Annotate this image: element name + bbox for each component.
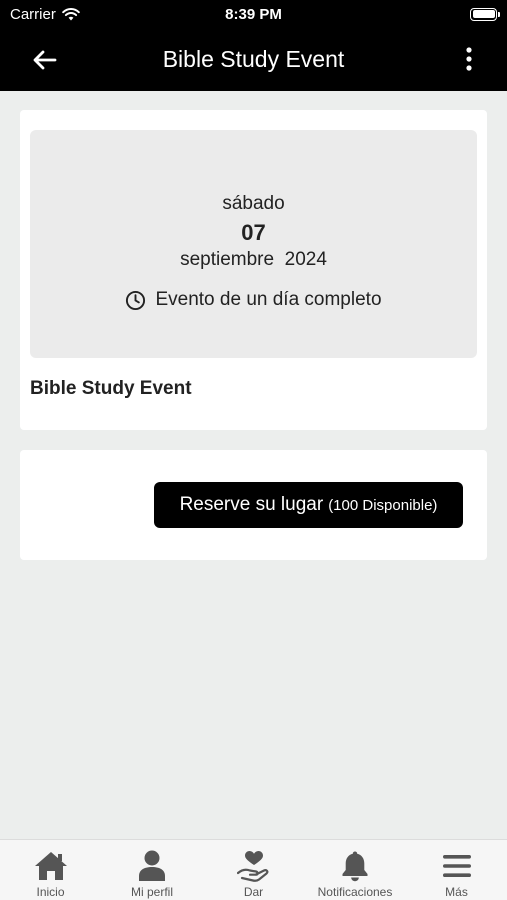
availability-count: (100 Disponible) <box>328 496 438 514</box>
status-bar: Carrier 8:39 PM <box>0 0 507 28</box>
screen: Carrier 8:39 PM Bible Study Event sábado… <box>0 0 507 900</box>
bell-icon <box>342 851 368 882</box>
tab-dar[interactable]: Dar <box>203 840 304 900</box>
event-title: Bible Study Event <box>30 378 192 399</box>
tab-label-notificaciones: Notificaciones <box>317 885 393 899</box>
reserve-label: Reserve su lugar <box>179 494 324 515</box>
event-date-box: sábado 07 septiembre 2024 Evento de un d… <box>30 130 477 358</box>
tab-notificaciones[interactable]: Notificaciones <box>305 840 406 900</box>
event-weekday: sábado <box>222 193 285 214</box>
reserve-button[interactable]: Reserve su lugar (100 Disponible) <box>154 482 463 528</box>
clock-icon <box>126 290 146 310</box>
event-card: sábado 07 septiembre 2024 Evento de un d… <box>20 110 487 430</box>
wifi-icon <box>62 8 80 21</box>
tab-inicio[interactable]: Inicio <box>0 840 101 900</box>
status-left: Carrier <box>10 6 80 23</box>
battery-icon <box>470 7 500 21</box>
page-title: Bible Study Event <box>162 46 345 72</box>
event-day: 07 <box>241 220 266 245</box>
carrier-label: Carrier <box>10 5 56 23</box>
tab-mas[interactable]: Más <box>406 840 507 900</box>
tab-mi-perfil[interactable]: Mi perfil <box>102 840 203 900</box>
nav-bar: Bible Study Event <box>0 28 507 91</box>
arrow-left-icon <box>33 50 57 70</box>
all-day-indicator: Evento de un día completo <box>125 289 382 311</box>
back-button[interactable] <box>30 45 60 75</box>
vertical-ellipsis-icon <box>466 47 472 71</box>
battery-fill <box>472 10 495 18</box>
all-day-label: Evento de un día completo <box>155 289 382 310</box>
reserve-card: Reserve su lugar (100 Disponible) <box>20 450 487 560</box>
more-options-button[interactable] <box>457 43 481 75</box>
heart-hand-icon <box>236 851 268 882</box>
event-month-year: septiembre 2024 <box>180 249 327 270</box>
menu-icon <box>442 855 471 877</box>
tab-label-mi-perfil: Mi perfil <box>130 885 173 899</box>
tab-bar: Inicio Mi perfil Dar Notificaciones Más <box>0 839 507 900</box>
tab-label-inicio: Inicio <box>36 885 65 899</box>
person-icon <box>139 850 165 881</box>
tab-label-dar: Dar <box>243 885 264 899</box>
tab-label-mas: Más <box>445 885 468 899</box>
home-icon <box>34 852 67 880</box>
